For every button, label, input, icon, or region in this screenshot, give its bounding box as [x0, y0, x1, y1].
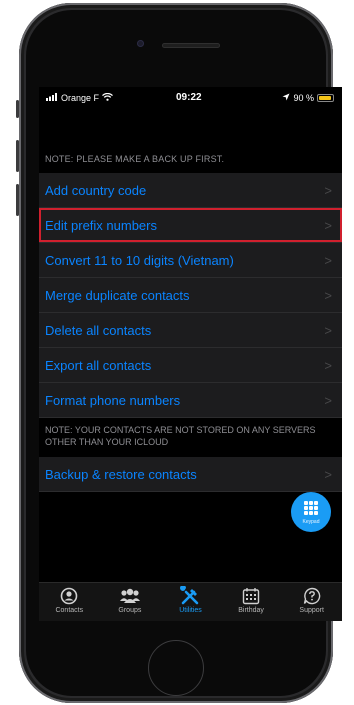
menu-item-label: Format phone numbers: [45, 392, 181, 408]
tab-label: Contacts: [55, 607, 84, 614]
signal-bars-icon: [46, 93, 58, 103]
tab-birthday[interactable]: Birthday: [221, 583, 282, 621]
tab-groups[interactable]: Groups: [100, 583, 161, 621]
tab-label: Birthday: [238, 607, 264, 614]
group-people-icon: [100, 585, 161, 607]
menu-item-label: Backup & restore contacts: [45, 466, 197, 482]
battery-level-fill: [319, 96, 331, 100]
tab-utilities[interactable]: Utilities: [160, 583, 221, 621]
mute-switch: [16, 100, 19, 118]
menu-item-label: Merge duplicate contacts: [45, 287, 190, 303]
person-circle-icon: [39, 585, 100, 607]
menu-item[interactable]: Edit prefix numbers >: [39, 208, 342, 243]
privacy-note: NOTE: YOUR CONTACTS ARE NOT STORED ON AN…: [45, 425, 316, 447]
keypad-button-label: Keypad: [302, 519, 320, 525]
tab-label: Support: [299, 607, 324, 614]
menu-item-label: Delete all contacts: [45, 322, 152, 338]
menu-item-label: Export all contacts: [45, 357, 152, 373]
chevron-right-icon: >: [324, 323, 332, 338]
front-camera: [137, 40, 144, 47]
home-button[interactable]: [148, 640, 204, 696]
carrier-name: Orange F: [61, 93, 100, 103]
wifi-icon: [102, 92, 113, 103]
battery-percent: 90 %: [293, 93, 314, 103]
tab-bar: Contacts Groups Utilities Birthday Suppo…: [39, 582, 342, 621]
status-left: Orange F: [46, 92, 113, 103]
chevron-right-icon: >: [324, 253, 332, 268]
status-right: 90 %: [282, 93, 334, 103]
chevron-right-icon: >: [324, 358, 332, 373]
menu-item[interactable]: Delete all contacts >: [39, 313, 342, 348]
menu-item-label: Edit prefix numbers: [45, 217, 157, 233]
tab-label: Utilities: [179, 607, 202, 614]
chevron-right-icon: >: [324, 288, 332, 303]
menu-item[interactable]: Convert 11 to 10 digits (Vietnam) >: [39, 243, 342, 278]
volume-up-button: [16, 140, 19, 172]
tab-support[interactable]: Support: [281, 583, 342, 621]
menu-item[interactable]: Merge duplicate contacts >: [39, 278, 342, 313]
screen: Orange F 09:22 90 % NOTE: PLEASE MAKE A …: [39, 87, 342, 621]
menu-item-label: Add country code: [45, 182, 147, 198]
chevron-right-icon: >: [324, 467, 332, 482]
menu-item[interactable]: Add country code >: [39, 173, 342, 208]
menu-item-label: Convert 11 to 10 digits (Vietnam): [45, 252, 234, 268]
location-arrow-icon: [282, 93, 290, 103]
menu-item-backup-restore[interactable]: Backup & restore contacts >: [39, 457, 342, 492]
menu-item[interactable]: Export all contacts >: [39, 348, 342, 383]
menu-item[interactable]: Format phone numbers >: [39, 383, 342, 418]
keypad-button[interactable]: Keypad: [291, 492, 331, 532]
status-time: 09:22: [176, 92, 202, 103]
tools-icon: [160, 585, 221, 607]
keypad-grid-icon: [304, 501, 318, 515]
utilities-menu-list: Add country code > Edit prefix numbers > Con…: [39, 173, 342, 418]
calendar-icon: [221, 585, 282, 607]
tab-contacts[interactable]: Contacts: [39, 583, 100, 621]
backup-note: NOTE: PLEASE MAKE A BACK UP FIRST.: [45, 154, 225, 164]
tab-label: Groups: [118, 607, 142, 614]
battery-icon: [317, 94, 334, 102]
status-bar: Orange F 09:22 90 %: [39, 87, 342, 107]
backup-list: Backup & restore contacts >: [39, 457, 342, 492]
earpiece-speaker: [162, 43, 220, 48]
question-bubble-icon: [281, 585, 342, 607]
chevron-right-icon: >: [324, 393, 332, 408]
chevron-right-icon: >: [324, 218, 332, 233]
volume-down-button: [16, 184, 19, 216]
chevron-right-icon: >: [324, 183, 332, 198]
